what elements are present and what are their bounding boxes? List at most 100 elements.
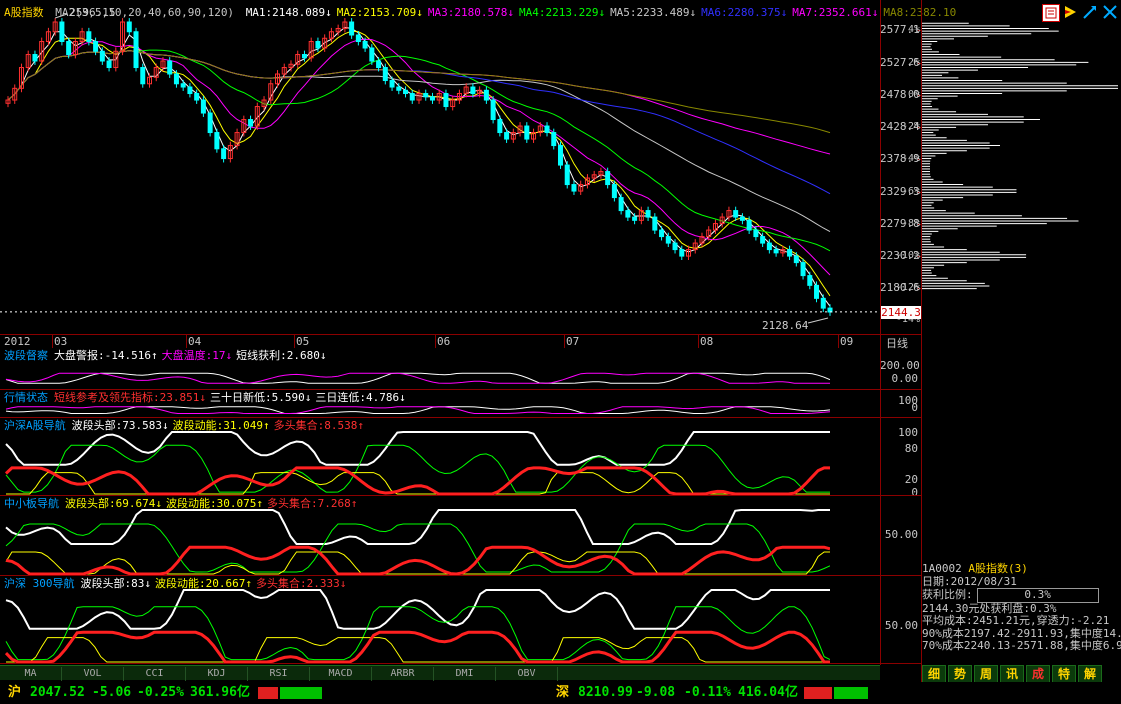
indicator-tick: 20 — [904, 472, 918, 486]
sh-breadth-bar — [258, 687, 322, 699]
candle-body — [221, 148, 227, 160]
tab-arbr[interactable]: ARBR — [372, 667, 434, 681]
candle-body — [106, 60, 112, 69]
candle-body — [248, 119, 254, 127]
sh-label: 沪 — [8, 685, 22, 700]
sh-change: -5.06 — [92, 685, 132, 700]
sh-amount: 361.96亿 — [190, 685, 250, 700]
candle-body — [369, 47, 375, 62]
month-divider — [838, 335, 839, 348]
ratio-label: 获利比例: — [922, 588, 973, 601]
candle-body — [618, 197, 624, 212]
candle-body — [93, 41, 99, 52]
month-label: 08 — [700, 335, 714, 348]
candle-body — [504, 132, 510, 140]
candle-body — [140, 67, 146, 85]
indicator-panel-2[interactable]: 行情状态 短线参考及领先指标:23.851↓ 三十日新低:5.590↓ 三日连低:4.… — [0, 390, 921, 418]
tab-trend[interactable]: 势 — [948, 665, 972, 683]
candle-body — [349, 21, 355, 36]
indicator-tick: 200.00 — [880, 358, 920, 372]
sz-pct: -0.11% — [684, 685, 731, 700]
month-label: 09 — [840, 335, 854, 348]
tab-news[interactable]: 讯 — [1000, 665, 1024, 683]
arrow-icon[interactable] — [1082, 4, 1098, 20]
indicator-tick: 80 — [904, 441, 918, 455]
month-divider — [294, 335, 295, 348]
indicator-plot — [4, 589, 830, 664]
indicator-plot — [5, 406, 830, 414]
candle-body — [497, 119, 503, 134]
candle-body — [200, 99, 206, 114]
candle-body — [409, 93, 415, 101]
chip-distribution — [922, 22, 1118, 290]
min-pointer — [807, 317, 829, 324]
sz-label: 深 — [556, 685, 570, 700]
candle-body — [423, 93, 429, 98]
candle-body — [807, 275, 813, 286]
indicator-panel-1[interactable]: 波段督察 大盘警报:-14.516↑ 大盘温度:17↓ 短线获利:2.680↓ 200.… — [0, 348, 921, 390]
sz-change: -9.08 — [636, 685, 676, 700]
indicator-tick: 0 — [911, 400, 918, 414]
candle-body — [214, 132, 220, 150]
candle-body — [32, 54, 38, 62]
month-label: 07 — [566, 335, 580, 348]
candle-body — [315, 41, 321, 49]
ma-line-4 — [7, 49, 831, 252]
period-label[interactable]: 日线 — [886, 335, 908, 351]
candle-body — [793, 255, 799, 264]
candle-body — [187, 86, 193, 95]
tool-x-icon[interactable] — [1102, 4, 1118, 20]
main-chart[interactable]: A股指数 MA2(3,5,10,20,40,60,90,120) MA1:214… — [0, 0, 956, 334]
month-divider — [698, 335, 699, 348]
tab-vol[interactable]: VOL — [62, 667, 124, 681]
tab-explain[interactable]: 解 — [1078, 665, 1102, 683]
video-icon[interactable] — [1062, 4, 1078, 20]
candle-body — [173, 73, 179, 85]
tab-ma[interactable]: MA — [0, 667, 62, 681]
tab-dmi[interactable]: DMI — [434, 667, 496, 681]
right-tabs: 细势周讯成特解 — [922, 665, 1121, 683]
candle-body — [679, 249, 685, 257]
month-label: 04 — [188, 335, 202, 348]
ma-line-1 — [7, 26, 831, 307]
candle-body — [746, 219, 752, 231]
candle-body — [180, 83, 186, 88]
indicator-panel-5[interactable]: 沪深 300导航 波段头部:83↓ 波段动能:20.667↑ 多头集合:2.333↓ 5… — [0, 576, 921, 664]
panel-name: A股指数(3) — [968, 562, 1028, 575]
candle-body — [605, 171, 611, 186]
candle-body — [665, 236, 671, 244]
indicator-panel-4[interactable]: 中小板导航 波段头部:69.674↓ 波段动能:30.075↑ 多头集合:7.268↑… — [0, 496, 921, 576]
indicator-plot — [4, 431, 830, 496]
tab-week[interactable]: 周 — [974, 665, 998, 683]
tab-kdj[interactable]: KDJ — [186, 667, 248, 681]
indicator-line — [5, 406, 830, 414]
candle-body — [524, 125, 530, 140]
indicator-plot — [5, 372, 830, 384]
tab-cost[interactable]: 成 — [1026, 665, 1050, 683]
candle-body — [652, 216, 658, 231]
indicator-panel-3[interactable]: 沪深A股导航 波段头部:73.583↓ 波段动能:31.049↑ 多头集合:8.538… — [0, 418, 921, 499]
tab-rsi[interactable]: RSI — [248, 667, 310, 681]
month-label: 03 — [54, 335, 68, 348]
candle-body — [207, 112, 213, 134]
candle-body — [659, 229, 665, 238]
sz-breadth-bar — [804, 687, 868, 699]
ratio-value: 0.3% — [976, 588, 1099, 603]
candle-body — [820, 297, 826, 309]
panel-date: 日期:2012/08/31 — [922, 574, 1017, 588]
month-divider — [435, 335, 436, 348]
sh-index: 2047.52 — [30, 685, 85, 700]
tab-macd[interactable]: MACD — [310, 667, 372, 681]
indicator-line — [5, 431, 830, 466]
candle-body — [126, 21, 132, 33]
candle-body — [611, 184, 617, 199]
tool-icon[interactable] — [1042, 4, 1060, 22]
candle-body — [753, 229, 759, 238]
max-label: 2596.15 — [69, 6, 115, 19]
candle-body — [362, 41, 368, 49]
tab-obv[interactable]: OBV — [496, 667, 558, 681]
tab-cci[interactable]: CCI — [124, 667, 186, 681]
tab-special[interactable]: 特 — [1052, 665, 1076, 683]
tab-detail[interactable]: 细 — [922, 665, 946, 683]
indicator-tick: 50.00 — [884, 528, 918, 542]
